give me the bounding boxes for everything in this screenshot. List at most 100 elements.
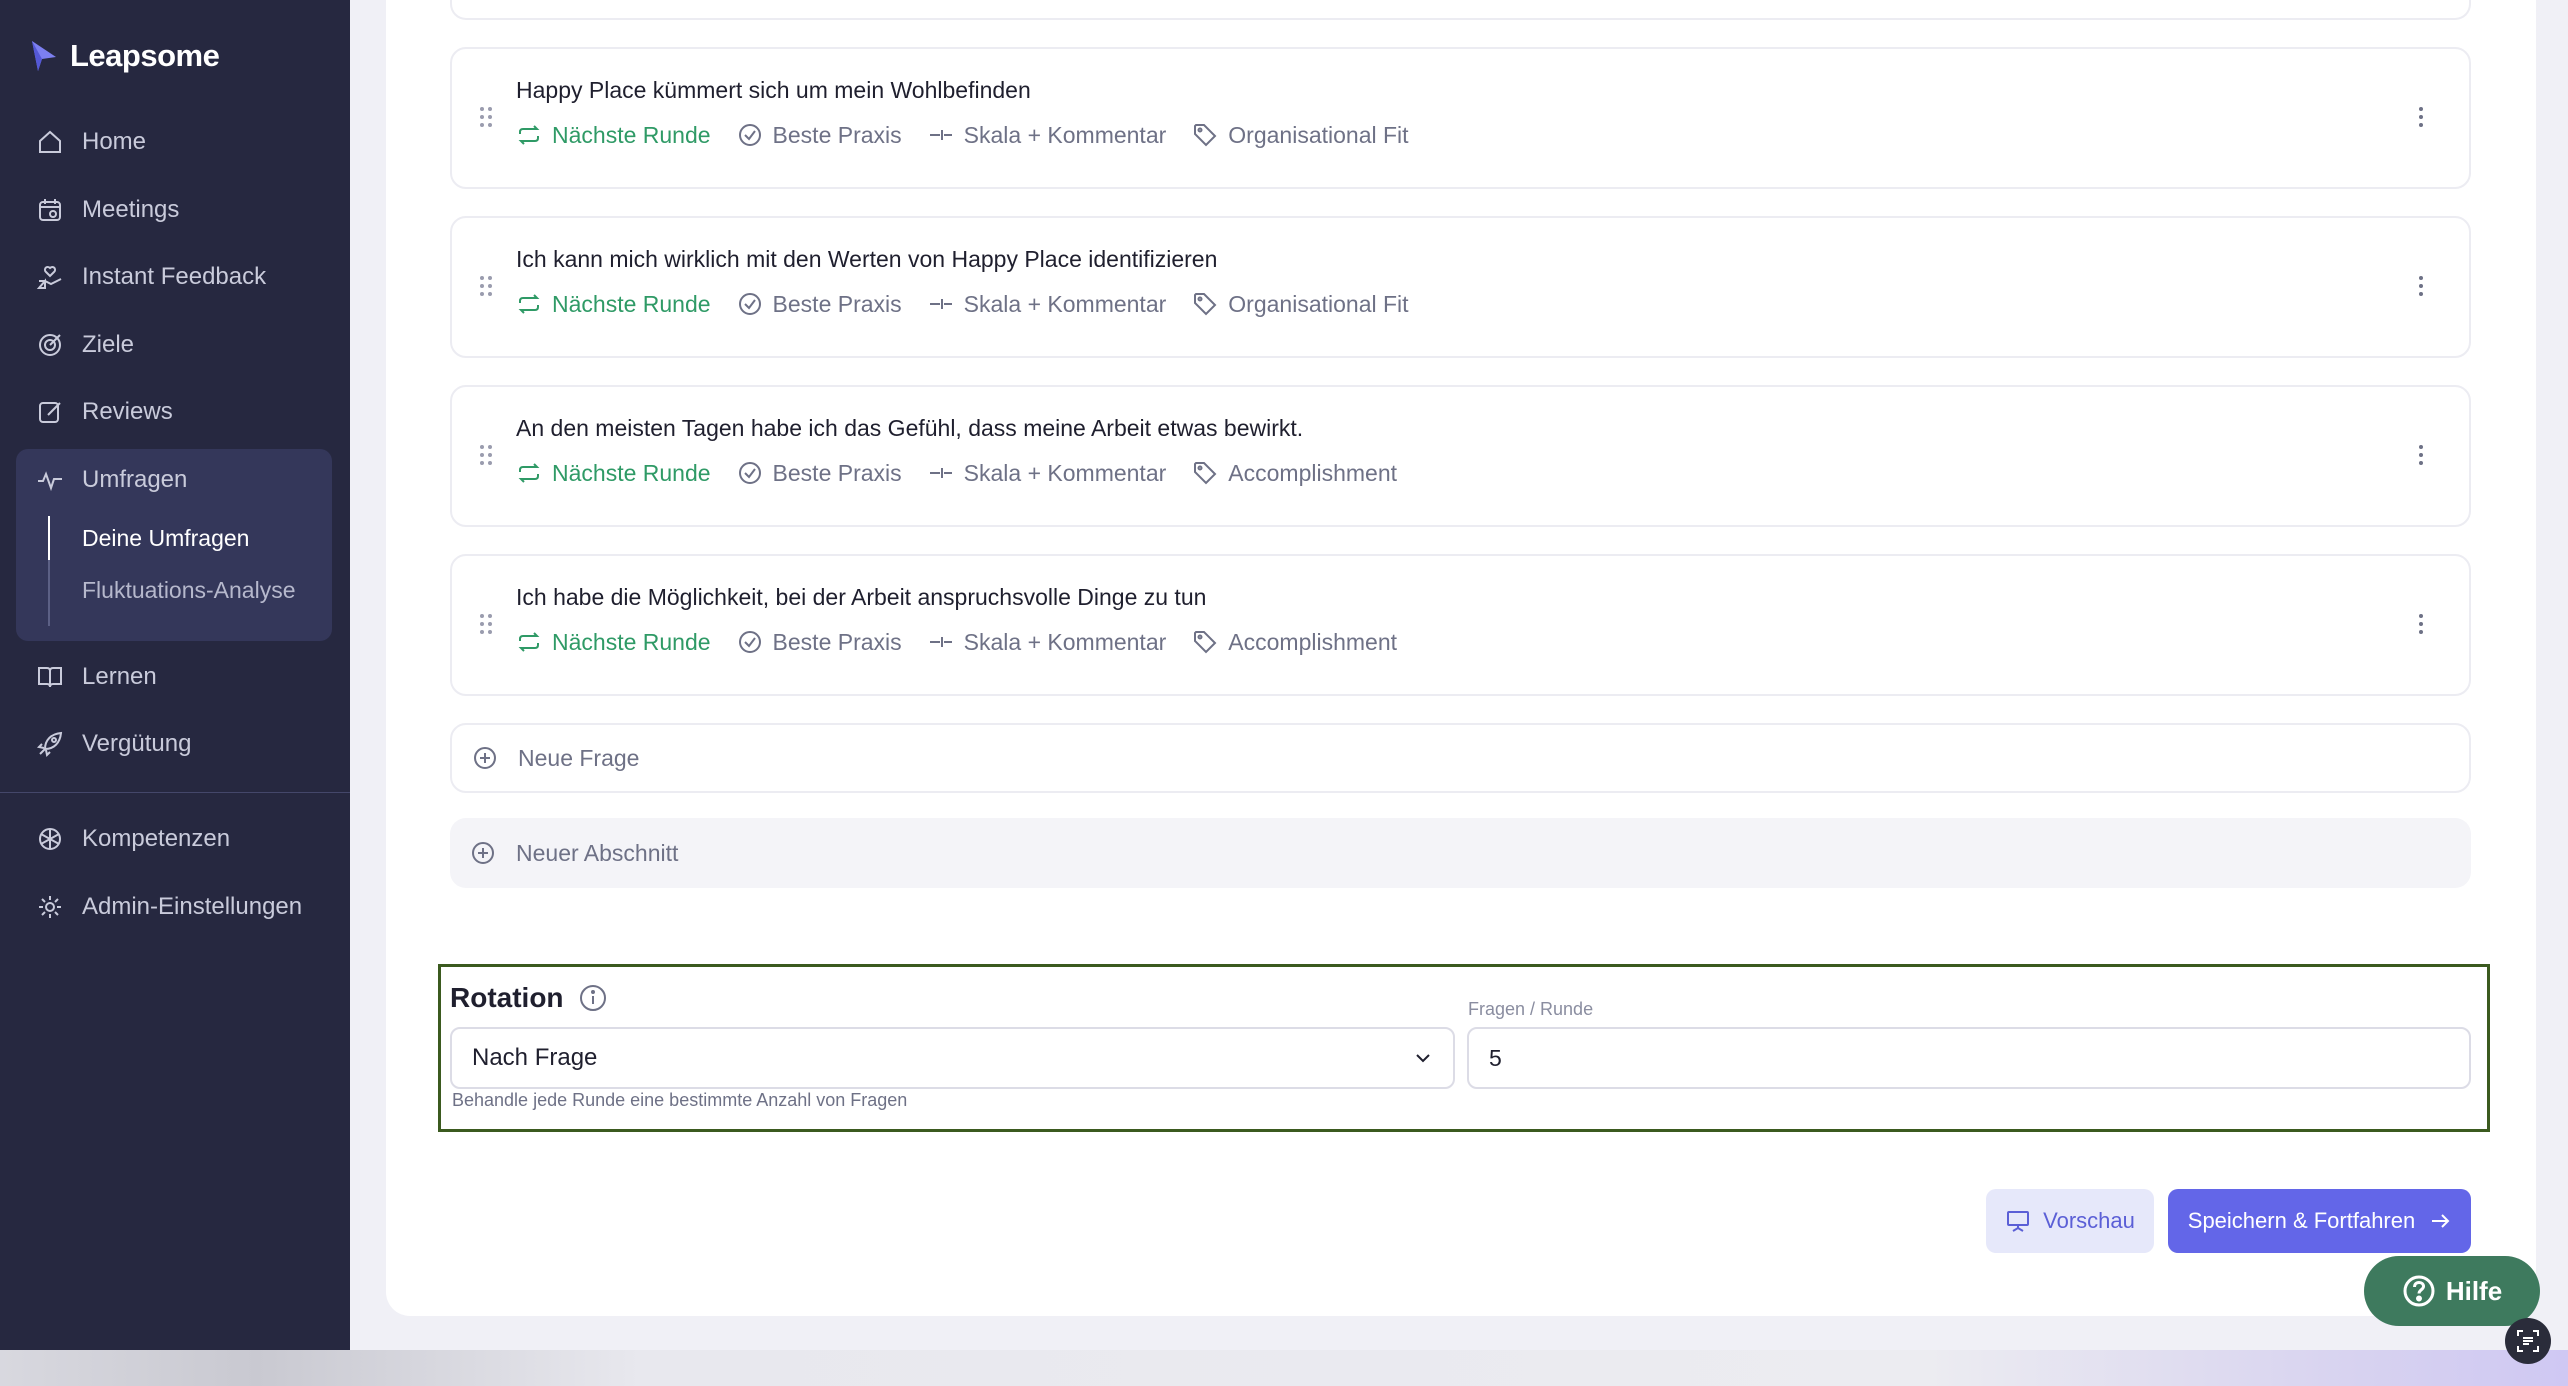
help-button[interactable]: Hilfe [2364,1256,2540,1326]
book-icon [38,667,62,688]
question-card[interactable]: Ich kann mich wirklich mit den Werten vo… [450,216,2471,358]
calendar-icon [39,199,61,221]
tag-icon [1194,631,1217,654]
sidebar-item-lernen[interactable]: Lernen [36,657,157,697]
add-section-label: Neuer Abschnitt [516,839,679,866]
question-title: Ich kann mich wirklich mit den Werten vo… [516,246,1218,272]
save-continue-button[interactable]: Speichern & Fortfahren [2168,1189,2471,1253]
previous-card-edge [450,0,2471,20]
activity-icon [38,471,62,492]
question-title: An den meisten Tagen habe ich das Gefühl… [516,415,1304,441]
rotation-mode-value: Nach Frage [472,1044,598,1071]
add-question-label: Neue Frage [518,744,640,771]
practice-label: Beste Praxis [772,628,902,655]
rocket-icon [36,731,63,758]
preview-label: Vorschau [2043,1208,2135,1233]
type-badge: Skala + Kommentar [928,291,1166,318]
add-section-button[interactable]: Neuer Abschnitt [450,818,2471,888]
window-bottom-strip [0,1350,2568,1386]
questions-per-round-label: Fragen / Runde [1468,999,1594,1019]
help-label: Hilfe [2445,1275,2503,1306]
tag-label: Organisational Fit [1228,121,1409,148]
tag-badge: Organisational Fit [1192,290,1409,318]
sidebar-item-home[interactable]: Home [36,122,146,162]
leapsome-logo-icon [32,41,56,71]
more-options-icon[interactable] [2417,443,2425,467]
round-badge: Nächste Runde [516,460,711,487]
tag-icon [1194,293,1217,316]
type-label: Skala + Kommentar [963,121,1167,148]
sidebar-item-umfragen[interactable]: Umfragen [36,460,187,500]
drag-handle-icon[interactable] [478,612,494,636]
drag-handle-icon[interactable] [478,443,494,467]
gear-icon [39,896,61,918]
rotation-title: Rotation [450,982,564,1013]
sidebar-item-kompetenzen[interactable]: Kompetenzen [36,819,230,859]
sidebar-divider [0,792,350,793]
drag-handle-icon[interactable] [478,274,494,298]
sidebar-subitem-fluktuations-analyse[interactable]: Fluktuations-Analyse [82,572,296,608]
question-meta: Nächste Runde Beste Praxis Skala + Komme… [516,288,1409,320]
practice-label: Beste Praxis [772,459,902,486]
question-card[interactable]: An den meisten Tagen habe ich das Gefühl… [450,385,2471,527]
question-circle-icon [2403,1275,2435,1307]
plus-circle-icon [474,747,496,769]
repeat-icon [518,463,540,483]
round-label: Nächste Runde [552,121,711,148]
practice-badge: Beste Praxis [737,629,902,656]
sidebar-item-label: Ziele [82,331,135,358]
round-badge: Nächste Runde [516,291,711,318]
arrow-right-icon [2432,1214,2450,1228]
sidebar-item-instant-feedback[interactable]: Instant Feedback [36,257,266,297]
question-card[interactable]: Ich habe die Möglichkeit, bei der Arbeit… [450,554,2471,696]
tag-badge: Organisational Fit [1192,121,1409,149]
type-badge: Skala + Kommentar [928,460,1166,487]
sidebar-item-admin[interactable]: Admin-Einstellungen [36,887,302,927]
more-options-icon[interactable] [2417,105,2425,129]
add-question-button[interactable]: Neue Frage [450,723,2471,793]
scale-icon [929,130,952,140]
rotation-mode-select[interactable]: Nach Frage [450,1027,1455,1089]
plus-circle-icon [472,842,494,864]
sidebar-item-label: Home [82,128,147,155]
sidebar-subitem-deine-umfragen[interactable]: Deine Umfragen [82,520,249,556]
tag-label: Organisational Fit [1228,290,1409,317]
preview-button[interactable]: Vorschau [1986,1189,2154,1253]
tag-label: Accomplishment [1228,459,1398,486]
screen-capture-icon[interactable] [2505,1318,2551,1364]
round-label: Nächste Runde [552,459,711,486]
scale-icon [929,637,952,647]
sidebar-item-ziele[interactable]: Ziele [36,325,134,365]
tag-badge: Accomplishment [1192,460,1397,487]
round-label: Nächste Runde [552,628,711,655]
sidebar-item-label: Meetings [82,196,180,223]
scan-icon [2517,1330,2539,1352]
repeat-icon [518,125,540,145]
tag-icon [1194,124,1217,147]
sidebar-item-meetings[interactable]: Meetings [36,190,179,230]
questions-per-round-input[interactable] [1467,1027,2471,1089]
type-label: Skala + Kommentar [963,628,1167,655]
more-options-icon[interactable] [2417,274,2425,298]
question-card[interactable]: Happy Place kümmert sich um mein Wohlbef… [450,47,2471,189]
sidebar-item-label: Kompetenzen [82,825,231,852]
practice-label: Beste Praxis [772,121,902,148]
repeat-icon [518,632,540,652]
check-circle-icon [738,631,761,653]
more-options-icon[interactable] [2417,612,2425,636]
sidebar-item-label: Umfragen [82,466,188,493]
brand-logo[interactable]: Leapsome [30,34,220,78]
tag-icon [1194,462,1217,485]
sidebar-item-verguetung[interactable]: Vergütung [36,724,191,764]
type-badge: Skala + Kommentar [928,628,1167,656]
sidebar-item-label: Reviews [82,398,173,425]
info-icon[interactable] [578,983,608,1013]
question-title: Ich habe die Möglichkeit, bei der Arbeit… [516,584,1207,610]
home-icon [39,130,61,153]
drag-handle-icon[interactable] [478,105,494,129]
question-meta: Nächste Runde Beste Praxis Skala + Komme… [516,457,1397,489]
sidebar-item-reviews[interactable]: Reviews [36,392,173,432]
round-label: Nächste Runde [552,290,711,317]
sidebar-item-label: Instant Feedback [82,263,267,290]
question-meta: Nächste Runde Beste Praxis Skala + Komme… [516,626,1397,658]
